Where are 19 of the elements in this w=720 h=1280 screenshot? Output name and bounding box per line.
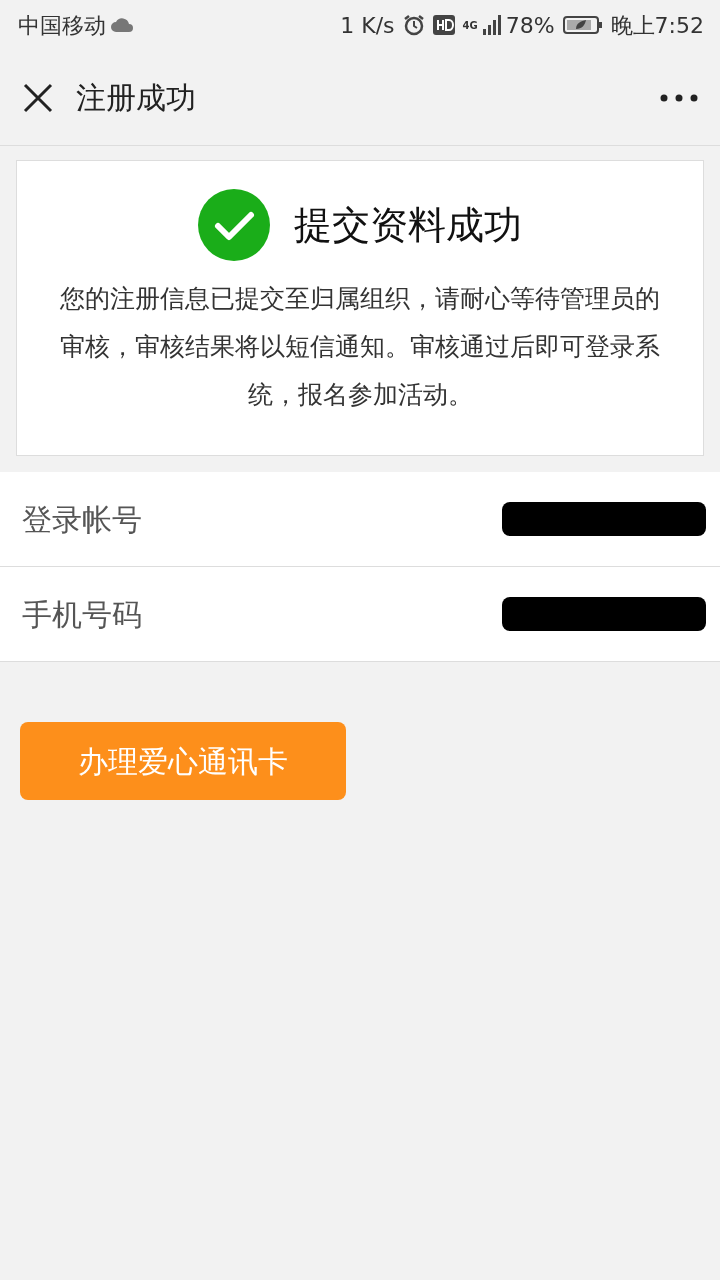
network-type: 4G <box>462 18 478 33</box>
field-label: 手机号码 <box>22 595 142 634</box>
more-icon[interactable] <box>660 93 698 102</box>
success-check-icon <box>198 189 270 261</box>
page-title: 注册成功 <box>76 79 196 117</box>
action-button[interactable]: 办理爱心通讯卡 <box>20 722 346 800</box>
hd-icon <box>432 15 455 35</box>
cloud-icon <box>110 17 134 33</box>
carrier-name: 中国移动 <box>18 11 106 40</box>
result-message: 您的注册信息已提交至归属组织，请耐心等待管理员的审核，审核结果将以短信通知。审核通过后即可登录系统，报名参加活动。 <box>59 283 661 411</box>
alarm-icon <box>402 14 425 36</box>
battery-percent: 78% <box>505 11 555 40</box>
result-title: 提交资料成功 <box>294 201 522 249</box>
signal-icon <box>481 15 502 35</box>
field-label: 登录帐号 <box>22 500 142 539</box>
close-icon[interactable] <box>22 81 54 114</box>
network-speed: 1 K/s <box>340 11 395 40</box>
battery-icon <box>562 15 603 35</box>
clock-time: 晚上7:52 <box>610 11 704 40</box>
